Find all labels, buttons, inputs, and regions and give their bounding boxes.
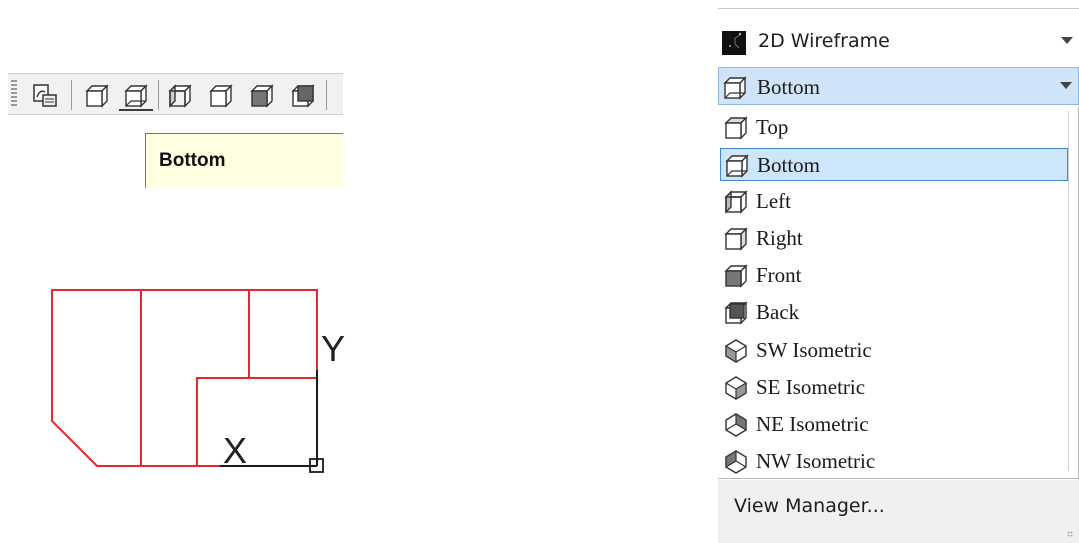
nw-isometric-icon xyxy=(725,449,747,474)
named-views-icon xyxy=(33,84,57,107)
sw-isometric-icon xyxy=(725,339,747,364)
bottom-view-icon xyxy=(725,154,749,178)
chevron-down-icon xyxy=(1061,37,1073,44)
view-item-sw-isometric[interactable]: SW Isometric xyxy=(720,334,1068,367)
front-view-button[interactable] xyxy=(245,79,279,111)
view-item-label: Back xyxy=(756,300,800,324)
view-item-se-isometric[interactable]: SE Isometric xyxy=(720,371,1068,404)
ne-isometric-icon xyxy=(725,412,747,437)
left-view-icon xyxy=(168,84,192,108)
front-view-icon xyxy=(250,84,274,108)
chevron-down-icon xyxy=(1060,82,1072,89)
visual-style-dropdown[interactable]: 2D Wireframe xyxy=(718,23,1079,59)
view-item-label: SW Isometric xyxy=(756,338,872,362)
bottom-view-icon xyxy=(124,84,148,108)
drawing-canvas xyxy=(40,280,340,484)
view-item-back[interactable]: Back xyxy=(720,296,1068,329)
view-dropdown[interactable]: Bottom xyxy=(718,67,1079,105)
view-manager-item[interactable]: View Manager... xyxy=(718,480,1079,543)
2d-wireframe-icon xyxy=(722,31,746,55)
top-view-icon xyxy=(724,116,748,140)
back-view-icon xyxy=(291,84,315,108)
view-item-label: NE Isometric xyxy=(756,412,869,436)
view-manager-label: View Manager... xyxy=(734,495,885,517)
view-item-label: Bottom xyxy=(757,153,821,177)
list-scrollbar[interactable] xyxy=(1068,111,1077,471)
view-item-label: NW Isometric xyxy=(756,449,876,473)
back-view-icon xyxy=(724,301,748,325)
toolbar-grip[interactable] xyxy=(11,80,17,108)
resize-grip[interactable] xyxy=(1067,531,1073,537)
front-view-icon xyxy=(724,264,748,288)
visual-style-label: 2D Wireframe xyxy=(758,30,890,52)
view-item-label: Left xyxy=(756,189,791,213)
toolbar-separator xyxy=(71,80,72,110)
named-views-button[interactable] xyxy=(28,79,62,111)
back-view-button[interactable] xyxy=(286,79,320,111)
tooltip-text: Bottom xyxy=(159,150,226,171)
view-item-left[interactable]: Left xyxy=(720,185,1068,218)
toolbar-separator xyxy=(326,80,327,110)
view-item-ne-isometric[interactable]: NE Isometric xyxy=(720,408,1068,441)
view-item-bottom[interactable]: Bottom xyxy=(720,148,1068,181)
view-item-right[interactable]: Right xyxy=(720,222,1068,255)
view-toolbar xyxy=(8,73,343,115)
toolbar-separator xyxy=(158,80,159,110)
tooltip: Bottom xyxy=(145,133,343,188)
right-view-icon xyxy=(209,84,233,108)
right-view-button[interactable] xyxy=(204,79,238,111)
view-list: Top Bottom Left Right Front Back SW Isom… xyxy=(718,107,1079,479)
drawing-outline xyxy=(51,289,318,467)
view-item-top[interactable]: Top xyxy=(720,111,1068,144)
left-view-icon xyxy=(724,190,748,214)
left-view-button[interactable] xyxy=(163,79,197,111)
top-view-button[interactable] xyxy=(80,79,114,111)
panel-divider xyxy=(718,8,1079,9)
view-item-front[interactable]: Front xyxy=(720,259,1068,292)
view-item-label: SE Isometric xyxy=(756,375,866,399)
bottom-view-icon xyxy=(723,76,747,100)
view-item-label: Front xyxy=(756,263,802,287)
view-item-label: Top xyxy=(756,115,789,139)
bottom-view-button[interactable] xyxy=(119,79,153,111)
right-view-icon xyxy=(724,227,748,251)
ucs-y-label: Y xyxy=(321,328,346,369)
view-panel: 2D Wireframe Bottom Top Bottom Left Righ… xyxy=(718,0,1079,543)
ucs-x-label: X xyxy=(223,430,248,471)
se-isometric-icon xyxy=(725,376,747,401)
view-item-nw-isometric[interactable]: NW Isometric xyxy=(720,445,1068,478)
view-item-label: Right xyxy=(756,226,803,250)
view-dropdown-label: Bottom xyxy=(757,75,821,99)
top-view-icon xyxy=(85,84,109,108)
drawing-geometry xyxy=(51,289,324,473)
